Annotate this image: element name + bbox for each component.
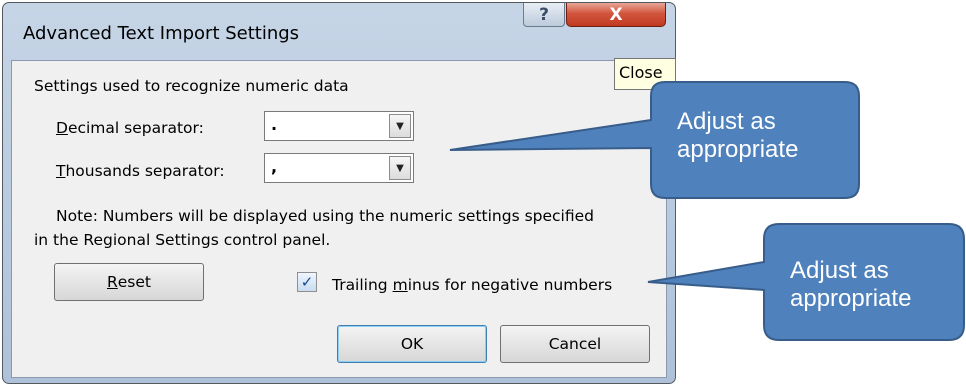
decimal-separator-value: .	[271, 115, 278, 134]
thousands-separator-dropdown[interactable]: , ▼	[264, 153, 414, 183]
note-line-1: Note: Numbers will be displayed using th…	[56, 207, 594, 225]
help-button[interactable]: ?	[523, 3, 565, 27]
trailing-minus-checkbox[interactable]: ✓	[297, 272, 317, 292]
ok-button[interactable]: OK	[337, 325, 487, 363]
close-tooltip: Close	[614, 58, 676, 90]
callout-top-text: Adjust as appropriate	[677, 108, 799, 163]
close-icon: X	[609, 4, 623, 25]
thousands-separator-value: ,	[271, 157, 278, 176]
trailing-minus-label[interactable]: Trailing minus for negative numbers	[332, 276, 612, 294]
note-line-2: in the Regional Settings control panel.	[34, 231, 331, 249]
advanced-text-import-dialog: Advanced Text Import Settings ? X Settin…	[2, 2, 676, 384]
dropdown-arrow-icon[interactable]: ▼	[389, 114, 411, 138]
thousands-separator-label: Thousands separator:	[56, 162, 225, 180]
dropdown-arrow-icon[interactable]: ▼	[389, 156, 411, 180]
help-icon: ?	[539, 4, 549, 25]
callout-bottom-text: Adjust as appropriate	[790, 257, 912, 312]
dialog-client-area: Settings used to recognize numeric data …	[11, 60, 667, 378]
section-heading: Settings used to recognize numeric data	[34, 77, 349, 95]
reset-button[interactable]: Reset	[54, 263, 204, 301]
dialog-title: Advanced Text Import Settings	[23, 23, 300, 44]
decimal-separator-label: Decimal separator:	[56, 119, 204, 137]
close-button[interactable]: X	[566, 3, 666, 27]
checkmark-icon: ✓	[300, 273, 314, 291]
decimal-separator-dropdown[interactable]: . ▼	[264, 111, 414, 141]
cancel-button[interactable]: Cancel	[500, 325, 650, 363]
